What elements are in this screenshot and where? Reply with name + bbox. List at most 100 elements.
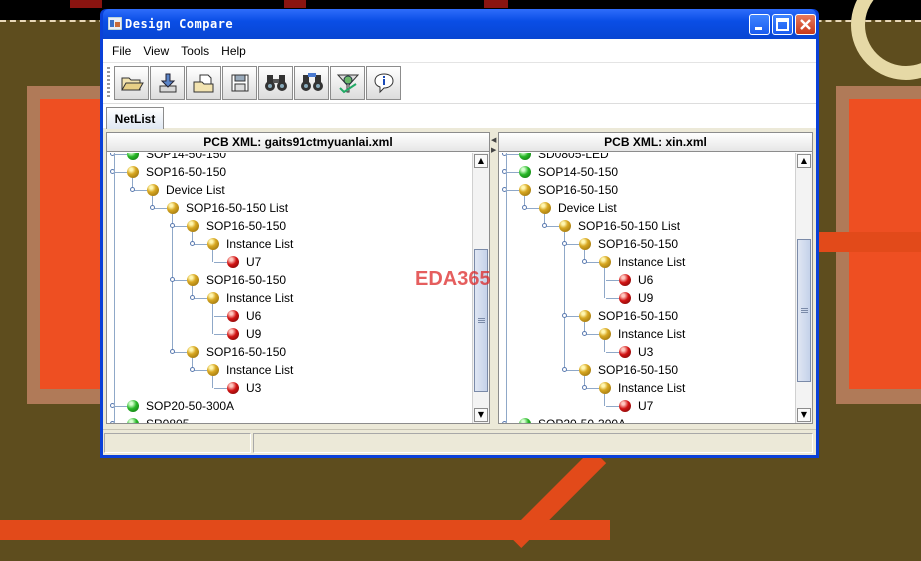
gold-status-icon [207, 364, 219, 376]
tree-connector [566, 316, 579, 317]
tree-node[interactable]: SOP16-50-150 [579, 361, 678, 379]
find-next-button[interactable] [294, 66, 329, 100]
tree-expand-handle[interactable] [170, 223, 175, 228]
tree-node[interactable]: Instance List [207, 235, 293, 253]
import-button[interactable] [150, 66, 185, 100]
menu-view[interactable]: View [137, 44, 175, 58]
tree-node-label: Device List [558, 201, 617, 215]
tree-expand-handle[interactable] [582, 331, 587, 336]
tree-expand-handle[interactable] [522, 205, 527, 210]
tree-expand-handle[interactable] [130, 187, 135, 192]
tree-node[interactable]: SOP20-50-300A [519, 415, 626, 423]
tree-expand-handle[interactable] [582, 259, 587, 264]
compare-button[interactable] [330, 66, 365, 100]
toolbar-grip[interactable] [107, 67, 110, 99]
tree-expand-handle[interactable] [170, 349, 175, 354]
red-status-icon [227, 310, 239, 322]
pcb-pad-left [40, 99, 104, 389]
tree-node[interactable]: SOP16-50-150 List [559, 217, 680, 235]
tree-node[interactable]: U6 [619, 271, 653, 289]
tree-expand-handle[interactable] [562, 313, 567, 318]
tree-node-label: SOP16-50-150 List [186, 201, 289, 215]
tree-node[interactable]: Instance List [599, 253, 685, 271]
left-scroll-up-arrow[interactable]: ▲ [474, 154, 488, 168]
tree-node[interactable]: U6 [227, 307, 261, 325]
left-scroll-down-arrow[interactable]: ▼ [474, 408, 488, 422]
gold-status-icon [187, 220, 199, 232]
right-tree[interactable]: SD0805-LED SOP14-50-150 SOP16-50-150 Device… [499, 153, 795, 423]
tree-node[interactable]: SOP16-50-150 [127, 163, 226, 181]
tree-node[interactable]: U3 [619, 343, 653, 361]
tree-node[interactable]: SD0805-LED [519, 153, 609, 163]
tree-expand-handle[interactable] [582, 385, 587, 390]
tree-node[interactable]: U7 [227, 253, 261, 271]
tree-expand-handle[interactable] [190, 241, 195, 246]
tree-node[interactable]: U3 [227, 379, 261, 397]
open-folder-button[interactable] [114, 66, 149, 100]
tree-expand-handle[interactable] [562, 241, 567, 246]
tree-expand-handle[interactable] [190, 295, 195, 300]
open-file-button[interactable] [186, 66, 221, 100]
tree-connector [566, 244, 579, 245]
tree-node[interactable]: SOP16-50-150 List [167, 199, 288, 217]
tree-node[interactable]: Device List [539, 199, 617, 217]
tree-node[interactable]: Instance List [599, 379, 685, 397]
tree-node[interactable]: SOP14-50-150 [127, 153, 226, 163]
tab-netlist[interactable]: NetList [106, 107, 164, 129]
tree-node[interactable]: SOP14-50-150 [519, 163, 618, 181]
tree-connector [114, 154, 127, 155]
menu-tools[interactable]: Tools [175, 44, 215, 58]
tree-connector [566, 370, 579, 371]
tree-node[interactable]: SOP16-50-150 [187, 271, 286, 289]
find-button[interactable] [258, 66, 293, 100]
green-status-icon [519, 418, 531, 423]
tree-node[interactable]: Device List [147, 181, 225, 199]
tree-node[interactable]: Instance List [599, 325, 685, 343]
open-folder-icon [120, 77, 144, 91]
tree-node[interactable]: SOP16-50-150 [579, 307, 678, 325]
tree-node[interactable]: SOP20-50-300A [127, 397, 234, 415]
red-status-icon [227, 256, 239, 268]
tree-node[interactable]: Instance List [207, 361, 293, 379]
tree-node[interactable]: SR0805 [127, 415, 189, 423]
tree-node[interactable]: SOP16-50-150 [519, 181, 618, 199]
right-scrollbar[interactable]: ▲ ▼ [795, 153, 812, 423]
tree-node[interactable]: Instance List [207, 289, 293, 307]
tree-expand-handle[interactable] [562, 367, 567, 372]
split-pane-divider[interactable]: ◀ ▶ [490, 132, 498, 424]
tree-node[interactable]: SOP16-50-150 [187, 217, 286, 235]
tree-node-label: SOP20-50-300A [146, 399, 235, 413]
design-compare-window: Design Compare File View Tools Help NetL… [100, 9, 819, 458]
maximize-button[interactable] [772, 14, 793, 35]
minimize-button[interactable] [749, 14, 770, 35]
tree-connector [194, 370, 207, 371]
tree-node[interactable]: U9 [619, 289, 653, 307]
info-button[interactable] [366, 66, 401, 100]
tree-node-label: Instance List [226, 237, 294, 251]
tree-connector [506, 190, 519, 191]
tree-expand-handle[interactable] [190, 367, 195, 372]
right-scroll-down-arrow[interactable]: ▼ [797, 408, 811, 422]
menu-help[interactable]: Help [215, 44, 252, 58]
tree-node[interactable]: U7 [619, 397, 653, 415]
tree-node-label: SOP16-50-150 [206, 345, 287, 359]
pcb-pad-top-right [484, 0, 508, 8]
tree-node[interactable]: SOP16-50-150 [579, 235, 678, 253]
red-status-icon [619, 292, 631, 304]
tree-expand-handle[interactable] [542, 223, 547, 228]
close-button[interactable] [795, 14, 816, 35]
tree-connector [506, 153, 507, 423]
tree-node-label: U3 [638, 345, 654, 359]
title-bar[interactable]: Design Compare [103, 9, 816, 39]
green-status-icon [519, 153, 531, 160]
tree-expand-handle[interactable] [150, 205, 155, 210]
gold-status-icon [519, 184, 531, 196]
right-scroll-up-arrow[interactable]: ▲ [797, 154, 811, 168]
tree-node[interactable]: U9 [227, 325, 261, 343]
right-scroll-thumb[interactable] [797, 239, 811, 382]
menu-file[interactable]: File [106, 44, 137, 58]
save-button[interactable] [222, 66, 257, 100]
tree-expand-handle[interactable] [170, 277, 175, 282]
tree-node-label: SOP14-50-150 [146, 153, 227, 161]
tree-node[interactable]: SOP16-50-150 [187, 343, 286, 361]
